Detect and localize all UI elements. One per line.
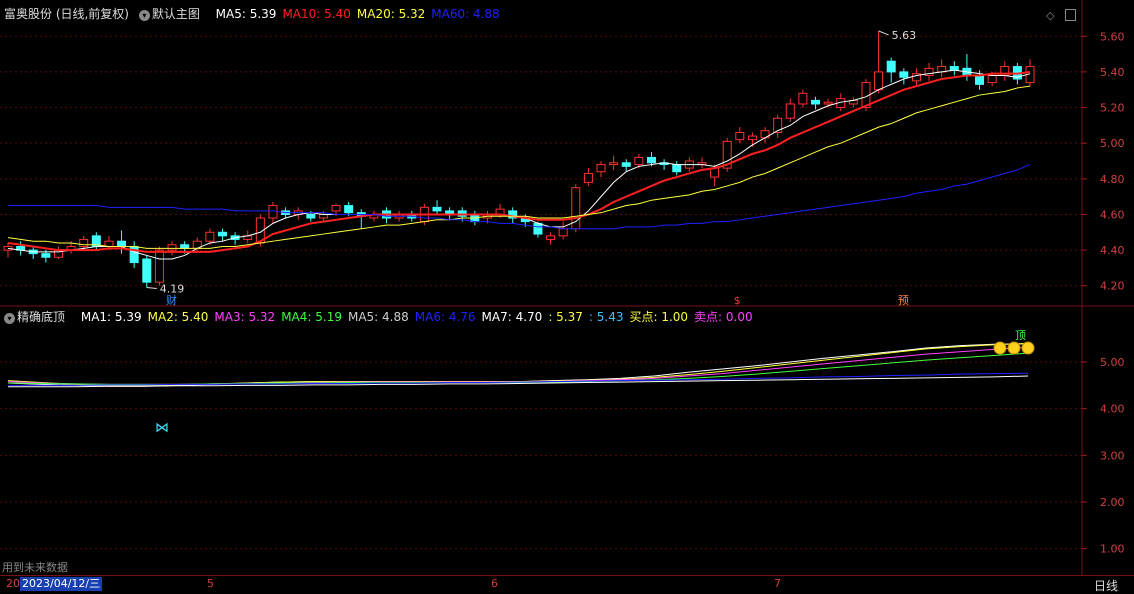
price-axis-label: 4.20 [1100,280,1125,293]
event-marker: 财 [166,293,177,307]
month-tick: 5 [207,577,214,590]
month-tick: 7 [774,577,781,590]
candle-up [798,92,808,105]
candle-down [949,66,959,71]
low-pointer [146,287,157,290]
month-tick: 6 [491,577,498,590]
high-pointer [878,30,889,36]
candle-down [117,240,127,248]
sub-axis-label: 4.00 [1100,403,1125,416]
price-axis-label: 5.60 [1100,30,1125,43]
candle-down [975,74,985,85]
candle-up [154,249,164,283]
sub-axis-label: 1.00 [1100,543,1125,556]
candle-down [41,253,51,258]
candle-down [180,244,190,249]
candle-up [823,101,833,105]
candle-up [609,162,619,166]
price-axis-label: 4.60 [1100,208,1125,221]
candle-down [432,206,442,212]
high-annotation: 5.63 [892,29,917,42]
candle-up [331,205,341,212]
price-axis-label: 4.40 [1100,244,1125,257]
candle-up [205,231,215,242]
butterfly-icon: ⋈ [155,420,169,436]
ma-line-ma10 [7,70,1031,253]
smiley-icon [1021,341,1035,355]
candle-down [899,71,909,78]
candle-down [646,156,656,164]
ma-line-ma60 [8,164,1031,230]
smiley-icon [1007,341,1021,355]
candle-up [634,156,644,166]
candle-up [318,213,328,219]
price-axis-label: 5.20 [1100,102,1125,115]
candle-down [306,213,316,219]
chart-canvas[interactable]: 5.60 5.40 5.20 5.00 4.80 4.60 4.40 4.20 5.00 4.00… [0,0,1134,592]
event-marker: $ [734,294,741,307]
candle-up [785,103,795,119]
candle-down [672,164,682,173]
candle-up [596,164,606,173]
sub-axis-label: 3.00 [1100,449,1125,462]
date-cursor-label: 2023/04/12/三 [20,577,103,591]
candle-down [533,222,543,235]
price-axis-label: 5.00 [1100,137,1125,150]
date-tick-first: 20 [6,577,20,590]
candle-up [167,244,177,251]
candle-down [621,162,631,167]
event-marker: 预 [898,294,909,307]
sub-line-ma4 [7,352,1029,385]
candle-up [987,74,997,84]
candle-down [142,258,152,283]
candle-up [558,228,568,237]
candle-up [735,131,745,141]
price-axis-label: 5.40 [1100,66,1125,79]
top-marker: 顶 [1015,329,1026,342]
candle-down [217,231,227,237]
date-axis-bar: 20 2023/04/12/三 5 6 7 日线 [0,575,1134,593]
ma-line-ma5 [7,69,1031,260]
candle-up [874,71,884,91]
price-axis-label: 4.80 [1100,173,1125,186]
sub-axis-label: 2.00 [1100,496,1125,509]
candle-down [886,60,896,73]
candle-up [546,235,556,240]
period-selector[interactable]: 日线 [1094,577,1118,594]
candle-up [747,135,757,141]
candle-up [79,238,89,248]
sub-axis-label: 5.00 [1100,356,1125,369]
candle-down [344,205,354,214]
sub-line-ma1 [7,343,1029,387]
smiley-icon [993,341,1007,355]
candle-up [583,172,593,183]
candle-down [811,99,821,105]
